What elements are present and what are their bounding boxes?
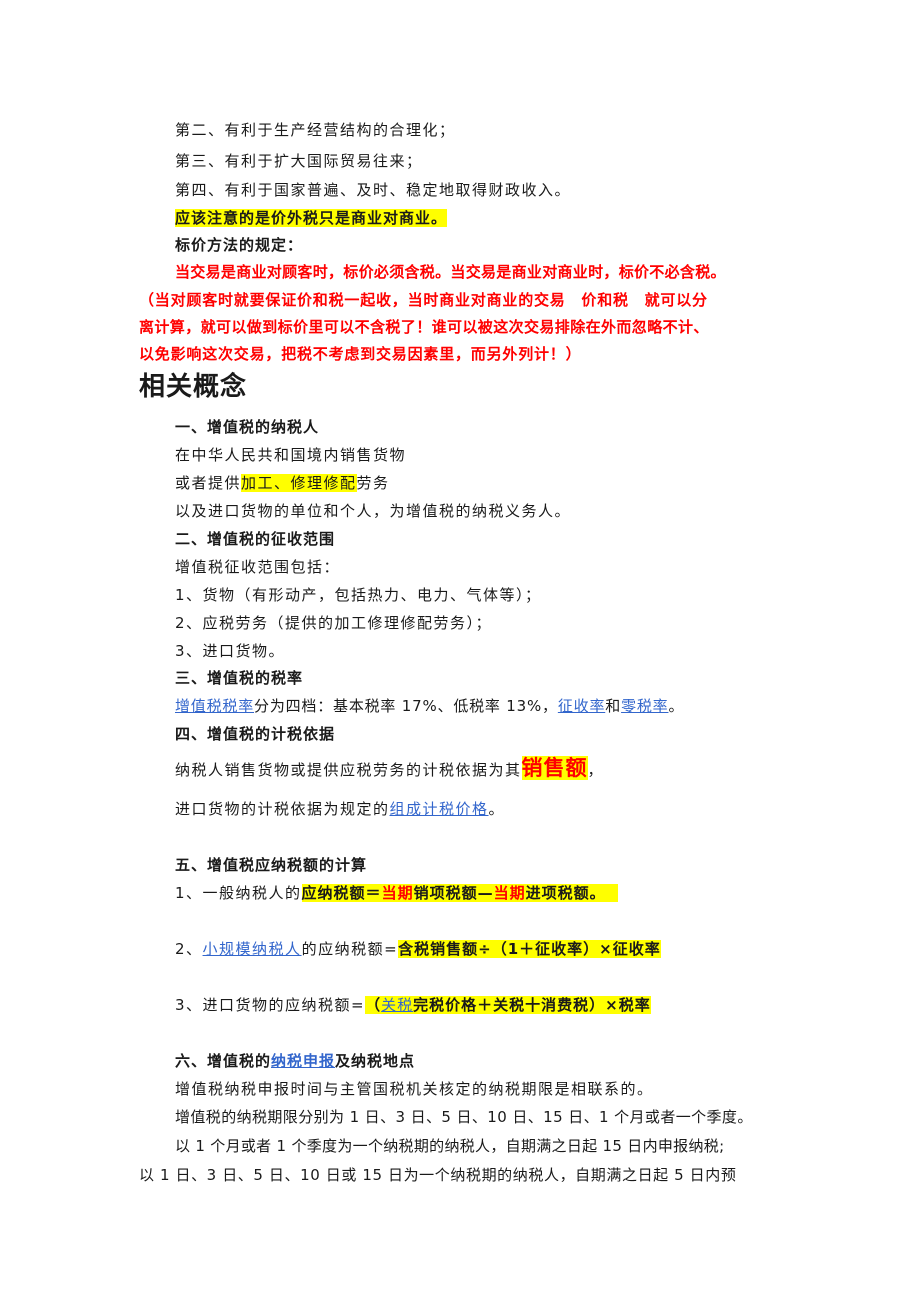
text: 完税价格＋关税十消费税）×税率 [413, 996, 651, 1014]
link-tax-filing[interactable]: 纳税申报 [271, 1052, 335, 1070]
pricing-rule: 当交易是商业对顾客时，标价必须含税。当交易是商业对商业时，标价不必含税。 [175, 263, 726, 281]
text: 。 [488, 800, 506, 818]
explanation-line: 以免影响这次交易，把税不考虑到交易因素里，而另外列计！） [139, 345, 582, 363]
text: 进项税额。 [525, 884, 606, 902]
text: 劳务 [356, 474, 390, 492]
paragraph: 或者提供加工、修理修配劳务 [175, 473, 390, 493]
text: 或者提供 [175, 474, 242, 492]
text: 销项税额— [413, 884, 494, 902]
text: 进口货物的计税依据为规定的 [175, 800, 390, 818]
list-item: 3、进口货物。 [175, 642, 286, 660]
formula-highlight: （关税完税价格＋关税十消费税）×税率 [365, 996, 651, 1014]
text: 分为四档：基本税率 17%、低税率 13%， [254, 697, 558, 715]
paragraph: 第三、有利于扩大国际贸易往来； [175, 152, 423, 170]
paragraph: 第四、有利于国家普遍、及时、稳定地取得财政收入。 [175, 181, 572, 199]
section-title: 四、增值税的计税依据 [175, 725, 336, 743]
explanation-line: 离计算，就可以做到标价里可以不含税了！谁可以被这次交易排除在外而忽略不计、 [139, 318, 709, 336]
link-zero-rate[interactable]: 零税率 [621, 697, 668, 715]
section-title: 二、增值税的征收范围 [175, 530, 336, 548]
list-item: 2、应税劳务（提供的加工修理修配劳务）； [175, 614, 493, 632]
text: 1、一般纳税人的 [175, 884, 302, 902]
paragraph: 以及进口货物的单位和个人，为增值税的纳税义务人。 [175, 502, 572, 520]
formula: 1、一般纳税人的应纳税额＝当期销项税额—当期进项税额。 [175, 883, 619, 903]
link-small-taxpayer[interactable]: 小规模纳税人 [203, 940, 302, 958]
highlight-text: 加工、修理修配 [241, 474, 357, 492]
highlight-text: 应该注意的是价外税只是商业对商业。 [175, 209, 448, 227]
explanation-line: （当对顾客时就要保证价和税一起收，当时商业对商业的交易 价和税 就可以分 [139, 291, 708, 309]
formula: 3、进口货物的应纳税额=（关税完税价格＋关税十消费税）×税率 [175, 995, 651, 1015]
link-tariff[interactable]: 关税 [381, 996, 413, 1014]
formula-highlight: 含税销售额÷（1＋征收率）×征收率 [398, 940, 661, 958]
pricing-title: 标价方法的规定： [175, 236, 304, 254]
text: 当期 [493, 884, 526, 902]
text: 3、进口货物的应纳税额= [175, 996, 366, 1014]
paragraph: 增值税的纳税期限分别为 1 日、3 日、5 日、10 日、15 日、1 个月或者… [175, 1108, 753, 1126]
formula: 2、小规模纳税人的应纳税额=含税销售额÷（1＋征收率）×征收率 [175, 939, 661, 959]
text: 及纳税地点 [335, 1052, 416, 1070]
text: 和 [605, 697, 622, 715]
paragraph: 增值税征收范围包括： [175, 558, 341, 576]
paragraph: 在中华人民共和国境内销售货物 [175, 446, 407, 464]
text: （ [365, 996, 382, 1014]
paragraph: 增值税税率分为四档：基本税率 17%、低税率 13%，征收率和零税率。 [175, 696, 684, 716]
list-item: 1、货物（有形动产，包括热力、电力、气体等）； [175, 586, 542, 604]
text: 。 [668, 697, 685, 715]
paragraph: 以 1 个月或者 1 个季度为一个纳税期的纳税人，自期满之日起 15 日内申报纳… [175, 1137, 725, 1155]
section-heading: 相关概念 [139, 372, 248, 402]
text: 应纳税额＝ [301, 884, 382, 902]
highlight-sales-amount: 销售额 [521, 756, 588, 780]
formula-highlight: 应纳税额＝当期销项税额—当期进项税额。 [301, 884, 619, 902]
note-highlight: 应该注意的是价外税只是商业对商业。 [175, 208, 448, 228]
text: 纳税人销售货物或提供应税劳务的计税依据为其 [175, 761, 522, 779]
paragraph: 增值税纳税申报时间与主管国税机关核定的纳税期限是相联系的。 [175, 1080, 654, 1098]
paragraph: 进口货物的计税依据为规定的组成计税价格。 [175, 799, 505, 819]
section-title: 一、增值税的纳税人 [175, 418, 320, 436]
section-title: 五、增值税应纳税额的计算 [175, 856, 368, 874]
text: 的应纳税额= [301, 940, 399, 958]
text: 六、增值税的 [175, 1052, 272, 1070]
section-title: 三、增值税的税率 [175, 669, 304, 687]
text: ， [587, 761, 605, 779]
text: 2、 [175, 940, 203, 958]
link-composite-price[interactable]: 组成计税价格 [390, 800, 489, 818]
section-title: 六、增值税的纳税申报及纳税地点 [175, 1051, 415, 1071]
paragraph: 纳税人销售货物或提供应税劳务的计税依据为其销售额， [175, 756, 605, 780]
paragraph: 第二、有利于生产经营结构的合理化； [175, 121, 456, 139]
link-vat-rate[interactable]: 增值税税率 [175, 697, 254, 715]
paragraph: 以 1 日、3 日、5 日、10 日或 15 日为一个纳税期的纳税人，自期满之日… [139, 1166, 737, 1184]
link-levy-rate[interactable]: 征收率 [558, 697, 605, 715]
text: 当期 [381, 884, 414, 902]
